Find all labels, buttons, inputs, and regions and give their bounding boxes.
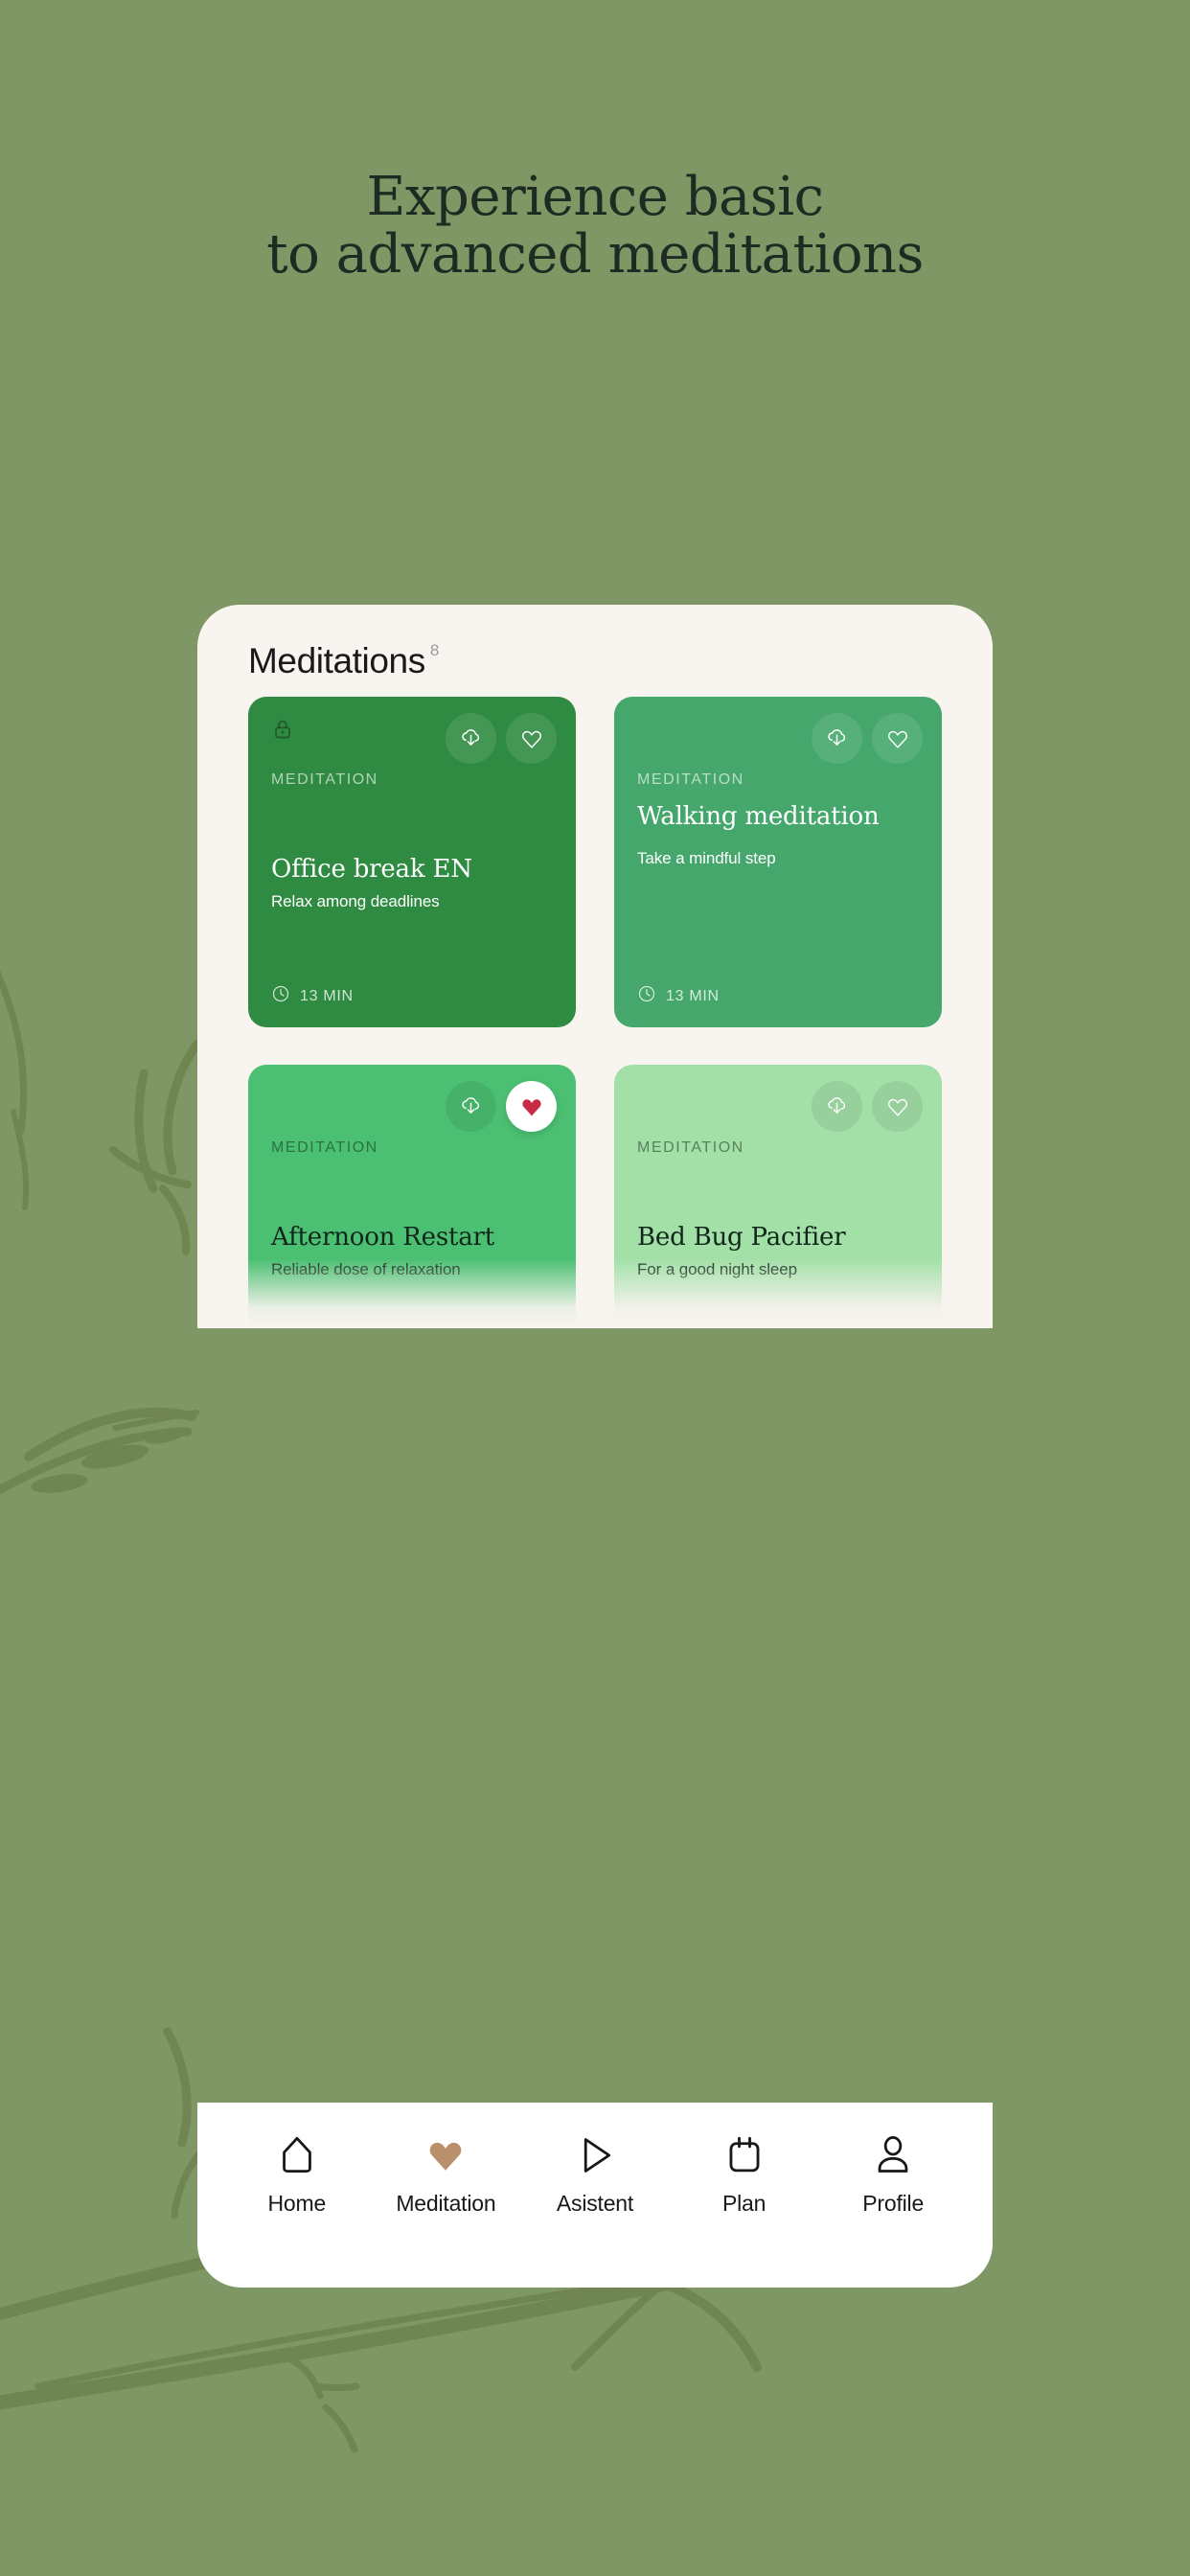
card-action-row [446, 713, 557, 764]
card-kicker: MEDITATION [637, 771, 744, 788]
card-action-row [446, 1081, 557, 1132]
meditation-card[interactable]: MEDITATION Afternoon Restart Reliable do… [248, 1065, 576, 1328]
home-icon [278, 2133, 316, 2177]
clock-icon [271, 984, 290, 1008]
page-title: Meditations 8 [248, 641, 439, 681]
heart-icon[interactable] [506, 1081, 557, 1132]
nav-item-label: Profile [862, 2191, 925, 2216]
card-subtitle: Relax among deadlines [271, 892, 440, 910]
card-kicker: MEDITATION [637, 1139, 744, 1156]
nav-item-home[interactable]: Home [225, 2133, 369, 2217]
download-cloud-icon[interactable] [446, 713, 496, 764]
download-cloud-icon[interactable] [812, 1081, 862, 1132]
page-title-text: Meditations [248, 641, 425, 680]
nav-item-asistent[interactable]: Asistent [523, 2133, 667, 2217]
headline-line-2: to advanced meditations [266, 223, 924, 287]
meditation-card-grid: MEDITATION Office break EN Relax among d… [248, 697, 942, 1328]
card-subtitle: Take a mindful step [637, 849, 776, 867]
nav-item-profile[interactable]: Profile [821, 2133, 965, 2217]
play-icon [575, 2133, 615, 2177]
meditation-card[interactable]: MEDITATION Bed Bug Pacifier For a good n… [614, 1065, 942, 1328]
bottom-navigation-bar: Home Meditation Asistent Plan Profile [197, 2103, 993, 2288]
card-kicker: MEDITATION [271, 771, 378, 788]
nav-item-label: Meditation [396, 2191, 496, 2216]
card-kicker: MEDITATION [271, 1139, 378, 1156]
card-duration: 13 MIN [271, 984, 354, 1008]
nav-item-label: Home [267, 2191, 327, 2216]
calendar-icon [725, 2133, 764, 2177]
lock-icon [271, 718, 294, 741]
meditation-count-badge: 8 [429, 641, 440, 659]
nav-item-meditation[interactable]: Meditation [374, 2133, 517, 2217]
download-cloud-icon[interactable] [812, 713, 862, 764]
download-cloud-icon[interactable] [446, 1081, 496, 1132]
card-duration-text: 13 MIN [666, 987, 720, 1004]
card-action-row [812, 713, 923, 764]
meditation-card[interactable]: MEDITATION Walking meditation Take a min… [614, 697, 942, 1027]
heart-icon[interactable] [872, 1081, 923, 1132]
meditation-card[interactable]: MEDITATION Office break EN Relax among d… [248, 697, 576, 1027]
card-title: Afternoon Restart [271, 1223, 494, 1252]
card-subtitle: For a good night sleep [637, 1260, 797, 1278]
nav-item-plan[interactable]: Plan [673, 2133, 816, 2217]
heart-icon [424, 2133, 467, 2177]
phone-mockup: Meditations 8 MEDITATION Office break EN … [197, 605, 993, 1328]
hero-headline: Experience basic to advanced meditations [0, 166, 1190, 287]
card-title: Bed Bug Pacifier [637, 1223, 846, 1252]
card-duration-text: 13 MIN [300, 987, 354, 1004]
card-duration: 13 MIN [637, 984, 720, 1008]
nav-item-label: Plan [721, 2191, 767, 2216]
card-action-row [812, 1081, 923, 1132]
headline-line-1: Experience basic [366, 166, 824, 228]
person-icon [874, 2133, 912, 2177]
nav-item-label: Asistent [556, 2191, 634, 2216]
card-title: Walking meditation [637, 802, 880, 831]
heart-icon[interactable] [872, 713, 923, 764]
clock-icon [637, 984, 656, 1008]
card-subtitle: Reliable dose of relaxation [271, 1260, 461, 1278]
app-screen: Meditations 8 MEDITATION Office break EN … [197, 605, 993, 1328]
card-title: Office break EN [271, 855, 472, 884]
heart-icon[interactable] [506, 713, 557, 764]
